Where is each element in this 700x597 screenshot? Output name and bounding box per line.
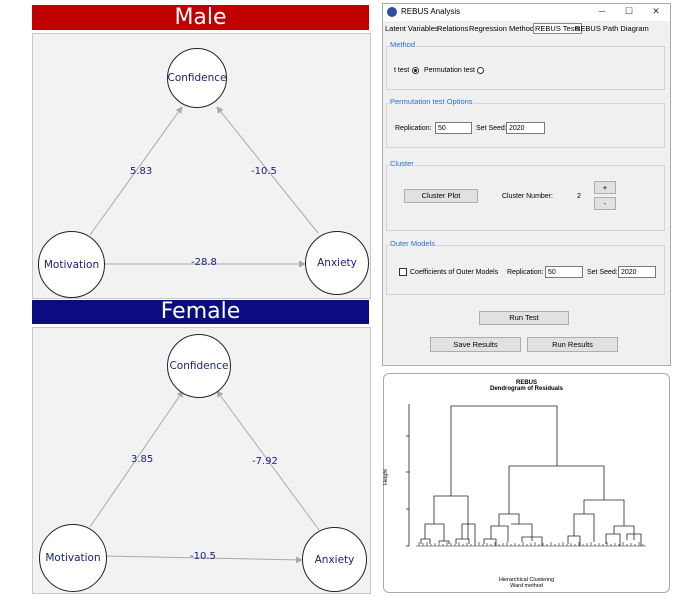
tab-rebus-path-diagram[interactable]: REBUS Path Diagram: [575, 24, 649, 33]
run-results-button[interactable]: Run Results: [527, 337, 618, 352]
male-path-diagram: Confidence Motivation Anxiety 5.83 -10.5…: [32, 33, 371, 299]
outer-replication-input[interactable]: 50: [545, 266, 583, 278]
male-node-confidence: Confidence: [167, 48, 227, 108]
tab-relations[interactable]: Relations: [437, 24, 468, 33]
tab-latent-variables[interactable]: Latent Variables: [385, 24, 439, 33]
window-title: REBUS Analysis: [401, 7, 461, 16]
outer-seed-label: Set Seed:: [587, 269, 618, 276]
outer-seed-input[interactable]: 2020: [618, 266, 656, 278]
male-coef-anxiety-confidence: -10.5: [251, 166, 277, 177]
female-node-confidence: Confidence: [167, 334, 231, 398]
minimize-icon[interactable]: ─: [595, 6, 609, 16]
ttest-radio[interactable]: [412, 67, 419, 74]
outer-models-title: Outer Models: [389, 239, 437, 248]
tab-bar: Latent Variables Relations Regression Me…: [383, 22, 670, 35]
tab-regression-methods[interactable]: Regression Methods: [469, 24, 538, 33]
window-titlebar: REBUS Analysis ─ ☐ ✕: [383, 4, 670, 21]
save-results-button[interactable]: Save Results: [430, 337, 521, 352]
cluster-title: Cluster: [389, 159, 415, 168]
ttest-label: t test: [394, 67, 410, 74]
male-node-anxiety: Anxiety: [305, 231, 369, 295]
male-coef-motivation-confidence: 5.83: [130, 166, 153, 177]
maximize-icon[interactable]: ☐: [622, 6, 636, 17]
cluster-number-value: 2: [577, 193, 581, 200]
cluster-plus-button[interactable]: +: [594, 181, 616, 194]
cluster-number-label: Cluster Number:: [502, 193, 553, 200]
run-test-button[interactable]: Run Test: [479, 311, 569, 325]
female-coef-motivation-confidence: 3.85: [131, 454, 154, 465]
perm-replication-label: Replication:: [395, 125, 432, 132]
female-node-motivation: Motivation: [39, 524, 107, 592]
permutation-label: Permutation test: [424, 67, 475, 74]
outer-coefficients-label: Coefficients of Outer Models: [410, 269, 499, 276]
male-banner: Male: [32, 5, 369, 30]
dendrogram-panel: REBUS Dendrogram of Residuals Height Hie…: [383, 373, 670, 593]
female-banner: Female: [32, 300, 369, 324]
male-coef-motivation-anxiety: -28.8: [191, 257, 217, 268]
perm-seed-input[interactable]: 2020: [506, 122, 545, 134]
male-node-motivation: Motivation: [38, 231, 105, 298]
outer-replication-label: Replication:: [507, 269, 544, 276]
female-node-anxiety: Anxiety: [302, 527, 367, 592]
method-title: Method: [389, 40, 417, 49]
permutation-options-title: Permutation test Options: [389, 97, 474, 106]
permutation-radio[interactable]: [477, 67, 484, 74]
perm-seed-label: Set Seed:: [476, 125, 507, 132]
rebus-analysis-window: REBUS Analysis ─ ☐ ✕ Latent Variables Re…: [382, 3, 671, 366]
female-coef-anxiety-confidence: -7.92: [252, 456, 278, 467]
cluster-plot-button[interactable]: Cluster Plot: [404, 189, 478, 203]
female-coef-motivation-anxiety: -10.5: [190, 551, 216, 562]
outer-coefficients-checkbox[interactable]: [399, 268, 407, 276]
female-path-diagram: Confidence Motivation Anxiety 3.85 -7.92…: [32, 327, 371, 594]
dendrogram-tree: [406, 404, 646, 547]
app-icon: [387, 7, 397, 17]
close-icon[interactable]: ✕: [649, 6, 663, 17]
cluster-minus-button[interactable]: -: [594, 197, 616, 210]
perm-replication-input[interactable]: 50: [435, 122, 472, 134]
